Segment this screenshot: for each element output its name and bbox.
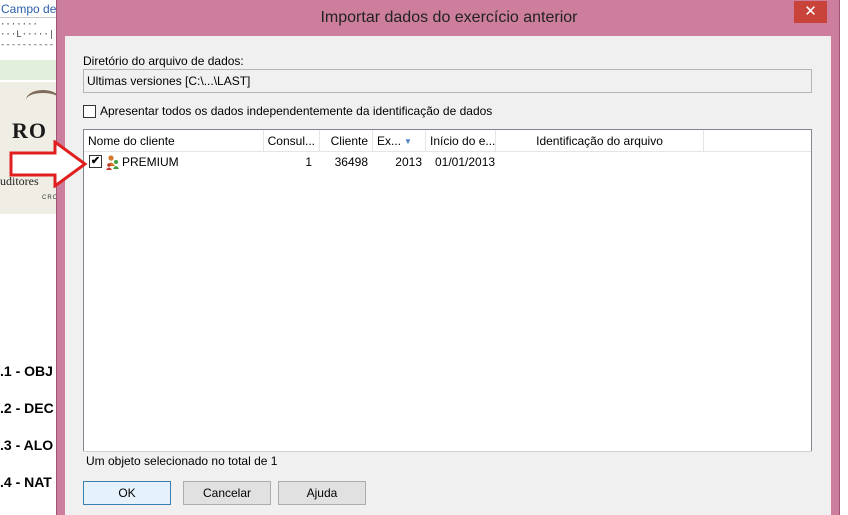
show-all-checkbox[interactable] (83, 104, 96, 118)
column-header-label: Ex... (377, 134, 402, 148)
logo-swirl (26, 90, 60, 110)
ruler: ······· ···L·····|·· ---------- (0, 20, 60, 50)
list-item[interactable]: ✔ PREMIUM 1 36498 2013 01/01/2013 (84, 153, 811, 171)
column-header-label: Início do e... (430, 134, 496, 148)
dialog-body: Diretório do arquivo de dados: Ultimas v… (65, 36, 831, 515)
column-header-file-id[interactable]: Identificação do arquivo (496, 130, 704, 152)
column-header-label: Nome do cliente (88, 134, 175, 148)
column-header-client[interactable]: Cliente (320, 130, 373, 152)
list-header: Nome do cliente Consul... Cliente Ex... ▼… (84, 130, 811, 152)
cell-start-date: 01/01/2013 (435, 155, 496, 169)
cell-file-id (496, 153, 704, 171)
show-all-label[interactable]: Apresentar todos os dados independenteme… (100, 104, 492, 118)
header-band (0, 60, 60, 80)
column-header-exercise[interactable]: Ex... ▼ (373, 130, 426, 152)
section-heading: .2 - DEC (0, 400, 54, 416)
cell-exercise: 2013 (395, 155, 422, 169)
row-checkbox[interactable]: ✔ (89, 155, 102, 168)
annotation-arrow-icon (9, 140, 88, 188)
import-dialog: Importar dados do exercício anterior ✕ D… (56, 0, 840, 515)
column-header-label: Identificação do arquivo (536, 134, 663, 148)
sort-descending-icon: ▼ (404, 137, 412, 146)
column-header-start-date[interactable]: Início do e... (426, 130, 496, 152)
document-tab[interactable]: Campo de (0, 0, 60, 18)
directory-label: Diretório do arquivo de dados: (83, 54, 244, 68)
close-icon: ✕ (804, 3, 817, 20)
directory-field[interactable]: Ultimas versiones [C:\...\LAST] (83, 69, 812, 93)
column-header-label: Consul... (267, 134, 315, 148)
cell-client-name: PREMIUM (122, 155, 179, 169)
show-all-option[interactable]: Apresentar todos os dados independenteme… (83, 103, 492, 119)
help-button[interactable]: Ajuda (278, 481, 366, 505)
users-icon (106, 155, 119, 170)
column-header-client-name[interactable]: Nome do cliente (84, 130, 264, 152)
cell-consul: 1 (305, 155, 312, 169)
dialog-title: Importar dados do exercício anterior (320, 9, 578, 26)
title-bar[interactable]: Importar dados do exercício anterior ✕ (57, 0, 841, 36)
close-button[interactable]: ✕ (794, 1, 827, 23)
section-heading: .1 - OBJ (0, 363, 53, 379)
column-header-consul[interactable]: Consul... (264, 130, 320, 152)
column-header-label: Cliente (330, 134, 368, 148)
status-bar: Um objeto selecionado no total de 1 (83, 451, 812, 470)
section-heading: .3 - ALO (0, 437, 54, 453)
cell-client: 36498 (334, 155, 368, 169)
section-heading: .4 - NAT (0, 474, 52, 490)
ok-button[interactable]: OK (83, 481, 171, 505)
client-list[interactable]: Nome do cliente Consul... Cliente Ex... ▼… (83, 129, 812, 470)
cancel-button[interactable]: Cancelar (183, 481, 271, 505)
